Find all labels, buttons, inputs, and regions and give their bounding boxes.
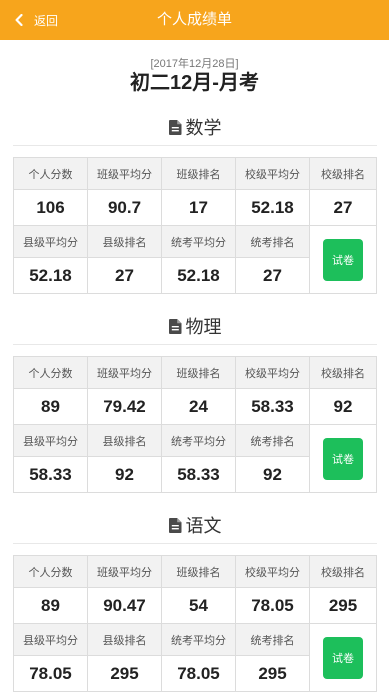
value-county-average: 78.05 [14, 656, 87, 691]
subject-heading: 物理 [13, 313, 377, 339]
paper-button[interactable]: 试卷 [323, 238, 363, 281]
value-personal-score: 106 [14, 190, 87, 225]
value-joint-exam-rank: 27 [236, 258, 309, 293]
label-school-rank: 校级排名 [310, 158, 376, 189]
value-school-average: 52.18 [236, 190, 309, 225]
subject-heading: 语文 [13, 512, 377, 538]
label-class-average: 班级平均分 [88, 158, 161, 189]
subject-name: 物理 [185, 317, 222, 337]
value-school-average: 58.33 [236, 389, 309, 424]
value-personal-score: 89 [14, 389, 87, 424]
label-joint-exam-rank: 统考排名 [236, 624, 309, 655]
divider [13, 543, 377, 544]
value-joint-exam-average: 52.18 [162, 258, 235, 293]
label-joint-exam-rank: 统考排名 [236, 425, 309, 456]
value-school-average: 78.05 [236, 588, 309, 623]
label-class-rank: 班级排名 [162, 556, 235, 587]
label-county-average: 县级平均分 [14, 624, 87, 655]
chevron-left-icon [15, 14, 23, 26]
value-class-average: 90.47 [88, 588, 161, 623]
document-icon [168, 318, 182, 334]
document-icon [168, 119, 182, 135]
value-joint-exam-rank: 92 [236, 457, 309, 492]
paper-button-cell: 试卷 [310, 425, 376, 492]
value-county-rank: 27 [88, 258, 161, 293]
document-icon [168, 517, 182, 533]
exam-title: 初二12月-月考 [130, 72, 259, 94]
value-county-rank: 92 [88, 457, 161, 492]
value-class-average: 79.42 [88, 389, 161, 424]
score-table: 个人分数 班级平均分 班级排名 校级平均分 校级排名 106 90.7 17 5… [13, 157, 377, 294]
value-school-rank: 27 [310, 190, 376, 225]
score-report-page: 返回 个人成绩单 [2017年12月28日] 初二12月-月考 数学 个人分数 … [0, 0, 389, 693]
value-county-rank: 295 [88, 656, 161, 691]
subject-section-chinese: 语文 个人分数 班级平均分 班级排名 校级平均分 校级排名 89 90.47 5… [13, 512, 377, 692]
subject-name: 数学 [185, 118, 222, 138]
back-label: 返回 [34, 13, 59, 28]
label-joint-exam-average: 统考平均分 [162, 226, 235, 257]
label-school-average: 校级平均分 [236, 158, 309, 189]
divider [13, 344, 377, 345]
label-county-rank: 县级排名 [88, 425, 161, 456]
label-personal-score: 个人分数 [14, 357, 87, 388]
label-class-average: 班级平均分 [88, 357, 161, 388]
score-table: 个人分数 班级平均分 班级排名 校级平均分 校级排名 89 79.42 24 5… [13, 356, 377, 493]
label-joint-exam-average: 统考平均分 [162, 624, 235, 655]
paper-button[interactable]: 试卷 [323, 636, 363, 679]
back-button[interactable]: 返回 [15, 0, 58, 40]
subject-section-math: 数学 个人分数 班级平均分 班级排名 校级平均分 校级排名 106 90.7 1… [13, 114, 377, 294]
paper-button-cell: 试卷 [310, 624, 376, 691]
label-county-rank: 县级排名 [88, 624, 161, 655]
label-school-rank: 校级排名 [310, 556, 376, 587]
top-bar: 返回 个人成绩单 [0, 0, 389, 40]
label-class-average: 班级平均分 [88, 556, 161, 587]
value-joint-exam-rank: 295 [236, 656, 309, 691]
label-class-rank: 班级排名 [162, 158, 235, 189]
value-county-average: 58.33 [14, 457, 87, 492]
subject-name: 语文 [185, 516, 222, 536]
value-personal-score: 89 [14, 588, 87, 623]
label-joint-exam-rank: 统考排名 [236, 226, 309, 257]
label-school-average: 校级平均分 [236, 357, 309, 388]
label-county-average: 县级平均分 [14, 226, 87, 257]
label-county-average: 县级平均分 [14, 425, 87, 456]
paper-button-cell: 试卷 [310, 226, 376, 293]
divider [13, 145, 377, 146]
label-school-average: 校级平均分 [236, 556, 309, 587]
value-class-rank: 54 [162, 588, 235, 623]
label-class-rank: 班级排名 [162, 357, 235, 388]
value-class-rank: 17 [162, 190, 235, 225]
label-county-rank: 县级排名 [88, 226, 161, 257]
label-joint-exam-average: 统考平均分 [162, 425, 235, 456]
value-joint-exam-average: 78.05 [162, 656, 235, 691]
label-personal-score: 个人分数 [14, 556, 87, 587]
subject-section-physics: 物理 个人分数 班级平均分 班级排名 校级平均分 校级排名 89 79.42 2… [13, 313, 377, 493]
label-school-rank: 校级排名 [310, 357, 376, 388]
value-class-rank: 24 [162, 389, 235, 424]
subject-heading: 数学 [13, 114, 377, 140]
exam-date: [2017年12月28日] [150, 58, 239, 70]
value-school-rank: 295 [310, 588, 376, 623]
page-title: 个人成绩单 [156, 11, 232, 28]
value-class-average: 90.7 [88, 190, 161, 225]
score-table: 个人分数 班级平均分 班级排名 校级平均分 校级排名 89 90.47 54 7… [13, 555, 377, 692]
value-county-average: 52.18 [14, 258, 87, 293]
value-school-rank: 92 [310, 389, 376, 424]
label-personal-score: 个人分数 [14, 158, 87, 189]
value-joint-exam-average: 58.33 [162, 457, 235, 492]
paper-button[interactable]: 试卷 [323, 437, 363, 480]
